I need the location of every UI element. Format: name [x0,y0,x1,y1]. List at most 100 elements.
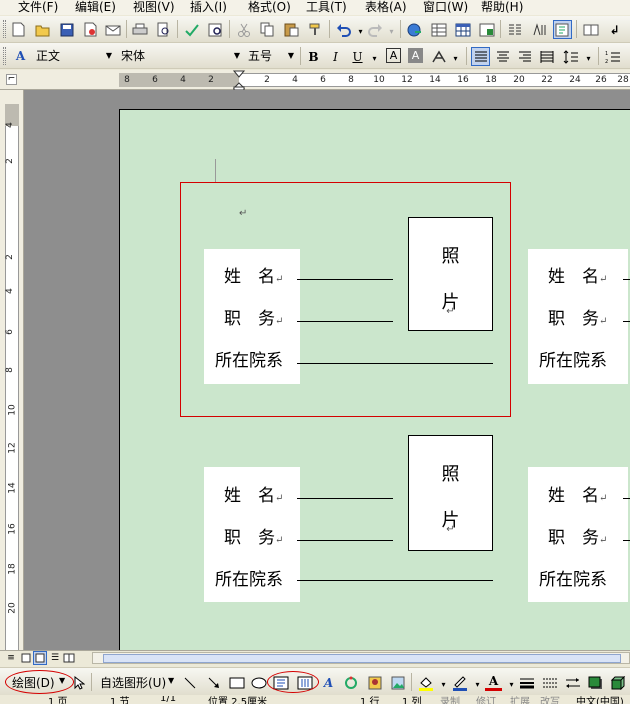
status-record[interactable]: 录制 [440,696,460,704]
oval-tool-icon[interactable] [250,674,267,691]
document-map-icon[interactable] [553,20,572,39]
indent-marker-icon[interactable] [232,70,246,91]
menu-help[interactable]: 帮助(H) [481,0,523,15]
outline-view-icon[interactable]: ☰ [48,651,62,665]
char-shading-icon[interactable]: A [408,48,423,63]
photo-box[interactable]: 照 片 ↵ [408,435,493,551]
align-center-icon[interactable] [494,48,511,65]
vertical-ruler[interactable]: 4 2 2 4 6 8 10 12 14 16 18 20 [0,90,24,650]
horizontal-scrollbar[interactable] [92,652,630,664]
horizontal-ruler[interactable]: ⌐ 8 6 4 2 2 4 6 8 10 12 14 16 18 20 22 2… [0,70,630,91]
underline-dropdown-arrow-icon[interactable]: ▾ [366,50,383,67]
diagram-icon[interactable] [342,674,359,691]
align-right-icon[interactable] [516,48,533,65]
fill-color-dropdown-icon[interactable]: ▾ [435,676,452,693]
web-view-icon[interactable] [19,651,33,665]
menu-file[interactable]: 文件(F) [18,0,58,15]
drawing-toggle-icon[interactable] [530,21,547,38]
char-border-icon[interactable]: A [386,48,401,63]
copy-icon[interactable] [259,21,276,38]
card-name-text: 姓 名 [224,486,275,506]
char-scale-icon[interactable] [430,48,447,65]
menu-view[interactable]: 视图(V) [133,0,175,15]
fill-color-icon[interactable] [417,674,434,691]
menu-window[interactable]: 窗口(W) [423,0,468,15]
char-scale-dropdown-arrow-icon[interactable]: ▾ [447,50,464,67]
status-extend[interactable]: 扩展 [510,696,530,704]
menu-edit[interactable]: 编辑(E) [75,0,116,15]
autoshapes-menu-button[interactable]: 自选图形(U) [100,674,166,691]
permission-icon[interactable] [82,21,99,38]
paste-icon[interactable] [283,21,300,38]
read-mode-icon[interactable] [582,21,599,38]
line-color-icon[interactable] [451,674,468,691]
chevron-down-icon[interactable]: ▼ [168,676,174,685]
save-icon[interactable] [58,21,75,38]
redo-dropdown-arrow-icon[interactable]: ▾ [383,23,400,40]
email-icon[interactable] [104,21,121,38]
styles-formatting-icon[interactable]: A [12,47,29,64]
chevron-down-icon[interactable]: ▼ [288,51,294,60]
line-tool-icon[interactable] [181,674,198,691]
style-select[interactable]: 正文 ▼ [32,46,114,65]
insert-table-icon[interactable] [454,21,471,38]
spelling-check-icon[interactable] [183,21,200,38]
line-style-icon[interactable] [518,674,535,691]
menu-tools[interactable]: 工具(T) [306,0,347,15]
arrow-style-icon[interactable] [564,674,581,691]
underline-button[interactable]: U [349,48,366,65]
wordart-icon[interactable]: A [320,674,337,691]
columns-icon[interactable] [506,21,523,38]
status-overtype[interactable]: 改写 [540,696,560,704]
toolbar-grip[interactable] [3,20,6,38]
document-area[interactable]: ↵ 姓 名↵ 职 务↵ 所在院系 照 片 ↵ 姓 名↵ 职 务↵ 所在院系 姓 … [24,90,630,650]
3d-style-icon[interactable] [609,674,626,691]
rectangle-tool-icon[interactable] [228,674,245,691]
cut-icon[interactable] [235,21,252,38]
reading-layout-icon[interactable] [62,651,76,665]
clip-art-icon[interactable] [366,674,383,691]
document-page[interactable]: ↵ 姓 名↵ 职 务↵ 所在院系 照 片 ↵ 姓 名↵ 职 务↵ 所在院系 姓 … [119,109,630,650]
new-document-icon[interactable] [10,21,27,38]
dash-style-icon[interactable] [541,674,558,691]
photo-box[interactable]: 照 片 ↵ [408,217,493,331]
tables-borders-icon[interactable] [430,21,447,38]
scrollbar-thumb[interactable] [103,654,621,663]
research-icon[interactable] [207,21,224,38]
toolbar-grip[interactable] [3,47,6,65]
ruler-tick: 2 [264,75,270,85]
tab-stop-selector-icon[interactable]: ⌐ [6,74,17,85]
select-objects-icon[interactable] [70,674,87,691]
font-size-select[interactable]: 五号 ▼ [244,46,296,65]
format-painter-icon[interactable] [307,21,324,38]
chevron-down-icon[interactable]: ▼ [106,51,112,60]
undo-icon[interactable] [335,21,352,38]
bold-button[interactable]: B [305,48,322,65]
italic-button[interactable]: I [327,48,344,65]
open-folder-icon[interactable] [34,21,51,38]
normal-view-icon[interactable]: ≡ [4,651,18,665]
chevron-down-icon[interactable]: ▼ [234,51,240,60]
menu-table[interactable]: 表格(A) [365,0,407,15]
print-layout-view-icon[interactable] [33,651,47,665]
insert-picture-icon[interactable] [389,674,406,691]
numbering-icon[interactable]: 12 [604,48,621,65]
font-select[interactable]: 宋体 ▼ [117,46,242,65]
show-hide-mark-icon[interactable]: ↲ [606,21,623,38]
line-color-dropdown-icon[interactable]: ▾ [469,676,486,693]
insert-excel-icon[interactable] [478,21,495,38]
print-preview-icon[interactable] [155,21,172,38]
arrow-tool-icon[interactable] [205,674,222,691]
line-spacing-dropdown-arrow-icon[interactable]: ▾ [580,50,597,67]
menu-insert[interactable]: 插入(I) [190,0,227,15]
align-justify-icon[interactable] [471,47,490,66]
redo-icon[interactable] [366,21,383,38]
line-spacing-icon[interactable] [562,48,579,65]
print-icon[interactable] [131,21,148,38]
distributed-align-icon[interactable] [538,48,555,65]
status-track-changes[interactable]: 修订 [476,696,496,704]
font-color-icon[interactable]: A [485,673,502,691]
shadow-style-icon[interactable] [587,674,604,691]
menu-format[interactable]: 格式(O) [248,0,291,15]
hyperlink-icon[interactable] [406,21,423,38]
